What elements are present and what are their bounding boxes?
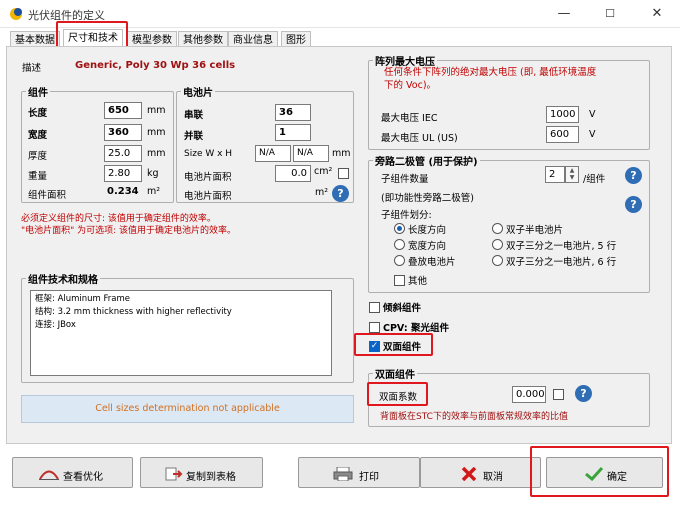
division-third6-label: 双子三分之一电池片, 6 行 [506, 257, 617, 268]
division-other-label: 其他 [408, 276, 428, 287]
cells-group-title: 电池片 [181, 84, 215, 99]
thickness-input[interactable]: 25.0 [104, 145, 142, 162]
bifacial-factor-input[interactable]: 0.000 [512, 386, 546, 403]
iec-voltage-label: 最大电压 IEC [381, 113, 438, 124]
division-third6-radio[interactable] [492, 255, 503, 266]
tilted-module-label: 倾斜组件 [383, 303, 422, 314]
copy-to-table-label: 复制到表格 [186, 472, 236, 483]
cell-area-checkbox[interactable] [338, 168, 349, 179]
cancel-button[interactable]: 取消 [420, 457, 541, 488]
sub-module-count-spinner[interactable]: ▲ ▼ [565, 166, 579, 183]
technology-group-title: 组件技术和规格 [26, 271, 100, 286]
division-third5-radio[interactable] [492, 239, 503, 250]
cells-series-input[interactable]: 36 [275, 104, 311, 121]
division-stack-label: 叠放电池片 [408, 257, 456, 268]
printer-icon [333, 467, 353, 481]
cpv-label: CPV: 聚光组件 [383, 323, 449, 334]
print-button[interactable]: 打印 [298, 457, 420, 488]
highlight-bifacial-box [354, 333, 433, 356]
division-length-radio[interactable] [394, 223, 405, 234]
tech-line-connection: 连接: JBox [35, 320, 76, 330]
cell-height-input[interactable]: N/A [293, 145, 329, 162]
cancel-label: 取消 [483, 472, 503, 483]
cells-help-icon[interactable]: ? [332, 185, 349, 202]
division-other-checkbox[interactable] [394, 275, 405, 286]
division-width-radio[interactable] [394, 239, 405, 250]
app-icon [10, 8, 22, 20]
bypass-help-icon[interactable]: ? [625, 167, 642, 184]
highlight-bifacial-factor-box [367, 382, 428, 406]
division-half-label: 双子半电池片 [506, 225, 564, 236]
division-half-radio[interactable] [492, 223, 503, 234]
copy-icon [165, 467, 183, 481]
width-unit: mm [147, 127, 166, 138]
cells-area-label: 电池片面积 [184, 191, 232, 202]
iec-voltage-unit: V [589, 109, 596, 120]
bifacial-group-title: 双面组件 [373, 366, 417, 381]
division-third5-label: 双子三分之一电池片, 5 行 [506, 241, 617, 252]
cell-size-note: Cell sizes determination not applicable [21, 395, 354, 423]
bifacial-help-icon[interactable]: ? [575, 385, 592, 402]
bifacial-factor-checkbox[interactable] [553, 389, 564, 400]
cancel-x-icon [461, 467, 477, 481]
tilted-module-checkbox[interactable] [369, 302, 380, 313]
cell-area-unit: cm² [314, 166, 333, 177]
thickness-label: 厚度 [28, 151, 48, 162]
thickness-unit: mm [147, 148, 166, 159]
description-value: Generic, Poly 30 Wp 36 cells [75, 60, 236, 71]
cell-size-label: Size W x H [184, 149, 233, 159]
sub-module-count-unit: /组件 [583, 174, 606, 185]
size-note-2: "电池片面积" 为可选项: 该值用于确定电池片的效率。 [21, 226, 237, 236]
close-button[interactable]: ✕ [634, 0, 680, 28]
print-label: 打印 [359, 472, 379, 483]
optimization-icon [39, 470, 59, 480]
bifacial-desc: 背面板在STC下的效率与前面板常规效率的比值 [380, 412, 568, 422]
tech-line-frame: 框架: Aluminum Frame [35, 294, 131, 304]
ul-voltage-unit: V [589, 129, 596, 140]
weight-label: 重量 [28, 171, 48, 182]
minimize-button[interactable]: — [541, 0, 587, 28]
cpv-checkbox[interactable] [369, 322, 380, 333]
cell-size-unit: mm [332, 148, 351, 159]
module-area-unit: m² [147, 186, 161, 197]
division-label: 子组件划分: [381, 210, 432, 221]
module-area-label: 组件面积 [28, 190, 67, 201]
copy-to-table-button[interactable]: 复制到表格 [140, 457, 263, 488]
width-label: 宽度 [28, 130, 48, 141]
length-input[interactable]: 650 [104, 102, 142, 119]
module-group-title: 组件 [26, 84, 50, 99]
cells-series-label: 串联 [184, 110, 204, 121]
length-unit: mm [147, 105, 166, 116]
bypass-title: 旁路二极管 (用于保护) [373, 153, 480, 168]
iec-voltage-input[interactable]: 1000 [546, 106, 579, 123]
cell-area-input[interactable]: 0.0 [275, 165, 311, 182]
description-label: 描述 [22, 63, 42, 74]
view-optimization-label: 查看优化 [63, 472, 103, 483]
technology-textarea[interactable]: 框架: Aluminum Frame 结构: 3.2 mm thickness … [30, 290, 332, 376]
cells-parallel-label: 并联 [184, 131, 204, 142]
sub-module-count-label: 子组件数量 [381, 174, 429, 185]
ul-voltage-label: 最大电压 UL (US) [381, 133, 458, 144]
division-width-label: 宽度方向 [408, 241, 447, 252]
length-label: 长度 [28, 108, 48, 119]
highlight-ok-box [530, 446, 669, 497]
module-area-value: 0.234 [107, 186, 139, 197]
cell-area-label: 电池片面积 [184, 172, 232, 183]
weight-input[interactable]: 2.80 [104, 165, 142, 182]
width-input[interactable]: 360 [104, 124, 142, 141]
division-help-icon[interactable]: ? [625, 196, 642, 213]
view-optimization-button[interactable]: 查看优化 [12, 457, 133, 488]
cells-parallel-input[interactable]: 1 [275, 124, 311, 141]
max-voltage-desc: 任何条件下阵列的绝对最大电压 (即, 最低环境温度下的 Voc)。 [384, 67, 597, 91]
cells-area-unit: m² [315, 187, 329, 198]
weight-unit: kg [147, 168, 159, 179]
cell-width-input[interactable]: N/A [255, 145, 291, 162]
bypass-functional-note: (即功能性旁路二极管) [381, 193, 474, 204]
maximize-button[interactable]: ☐ [587, 0, 633, 28]
sub-module-count-input[interactable]: 2 [545, 166, 565, 183]
division-stack-radio[interactable] [394, 255, 405, 266]
tech-line-structure: 结构: 3.2 mm thickness with higher reflect… [35, 307, 232, 317]
ul-voltage-input[interactable]: 600 [546, 126, 579, 143]
division-length-label: 长度方向 [408, 225, 447, 236]
